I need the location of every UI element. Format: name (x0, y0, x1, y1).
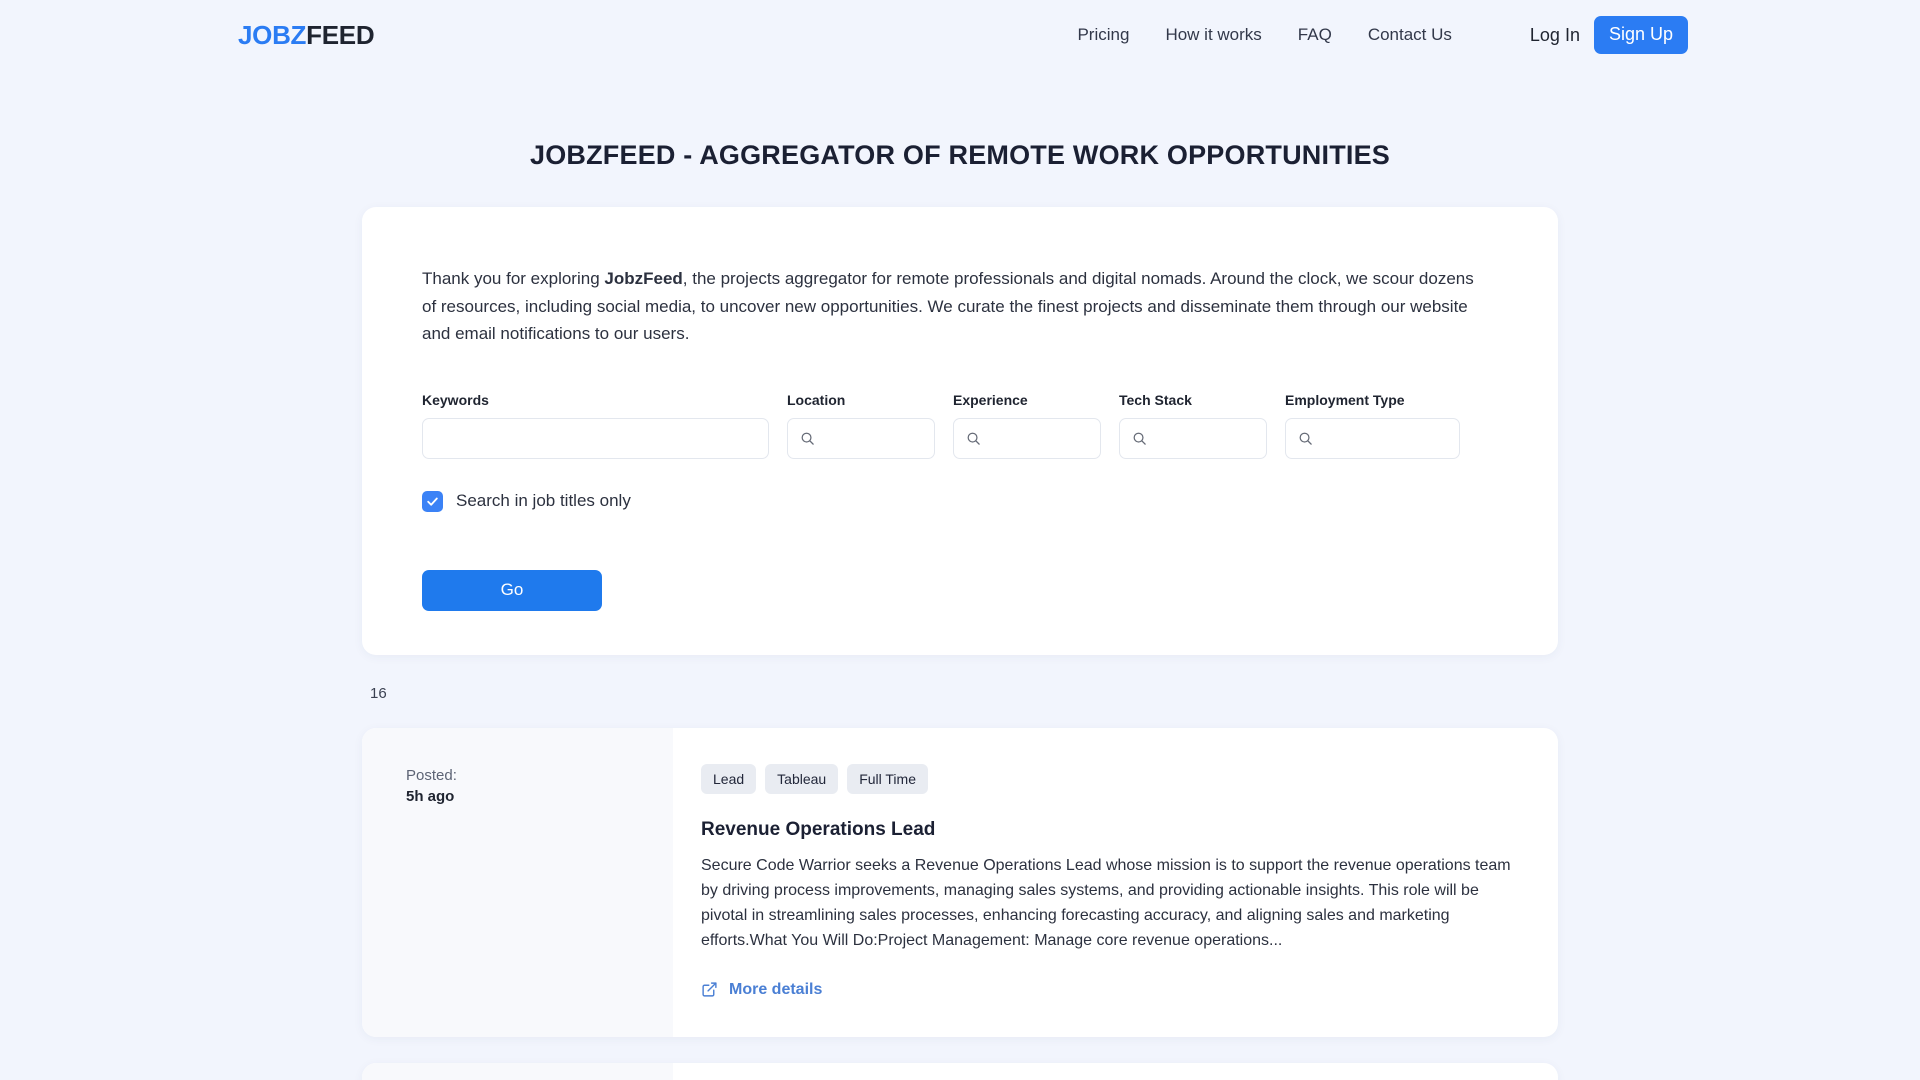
job-description: Secure Code Warrior seeks a Revenue Oper… (701, 856, 1511, 950)
employment-type-input[interactable] (1320, 429, 1447, 447)
job-body: Middle Chai Scala SSIS Unity Web3 Full T… (673, 1063, 1558, 1080)
sign-up-button[interactable]: Sign Up (1593, 16, 1688, 54)
search-icon (801, 432, 814, 445)
field-label-keywords: Keywords (422, 391, 489, 408)
external-link-icon (702, 982, 717, 997)
logo-text-secondary: FEED (306, 19, 375, 50)
job-meta-panel: Posted: 5h ago (362, 727, 673, 1038)
site-header: JOBZFEED Pricing How it works FAQ Contac… (0, 0, 1920, 70)
field-employment-type: Employment Type (1285, 392, 1460, 459)
field-label-experience: Experience (953, 391, 1028, 408)
keywords-input-wrapper[interactable] (422, 417, 769, 459)
search-titles-only-label: Search in job titles only (456, 491, 631, 511)
tech-stack-input[interactable] (1154, 429, 1254, 447)
nav-item-pricing[interactable]: Pricing (1077, 25, 1129, 45)
search-icon (1133, 432, 1146, 445)
job-body: Lead Tableau Full Time Revenue Operation… (673, 728, 1558, 1038)
search-icon (1299, 432, 1312, 445)
experience-input-wrapper[interactable] (953, 417, 1101, 459)
search-panel: Thank you for exploring JobzFeed, the pr… (362, 207, 1558, 655)
field-label-tech-stack: Tech Stack (1119, 391, 1192, 408)
job-tag[interactable]: Tableau (765, 763, 839, 794)
posted-value: 5h ago (406, 787, 455, 805)
field-location: Location (787, 392, 935, 459)
job-title[interactable]: Revenue Operations Lead (701, 819, 1518, 841)
site-logo[interactable]: JOBZFEED (238, 19, 375, 51)
job-tag[interactable]: Full Time (847, 763, 928, 794)
location-input-wrapper[interactable] (787, 417, 935, 459)
field-label-location: Location (787, 391, 846, 408)
logo-text-primary: JOBZ (238, 19, 307, 50)
posted-label: Posted: (406, 766, 457, 784)
job-tag[interactable]: Lead (701, 763, 757, 794)
intro-brand-name: JobzFeed (604, 269, 683, 288)
log-in-link[interactable]: Log In (1530, 25, 1580, 46)
search-icon (967, 432, 980, 445)
intro-text-before: Thank you for exploring (422, 269, 605, 288)
go-button[interactable]: Go (422, 569, 602, 611)
field-tech-stack: Tech Stack (1119, 392, 1267, 459)
location-input[interactable] (822, 429, 922, 447)
nav-item-faq[interactable]: FAQ (1298, 25, 1332, 45)
nav-item-contact-us[interactable]: Contact Us (1368, 25, 1452, 45)
field-label-employment-type: Employment Type (1285, 391, 1405, 408)
tech-stack-input-wrapper[interactable] (1119, 417, 1267, 459)
content-wrap: Thank you for exploring JobzFeed, the pr… (362, 207, 1558, 1080)
intro-paragraph: Thank you for exploring JobzFeed, the pr… (422, 265, 1487, 348)
more-details-link[interactable]: More details (701, 981, 822, 999)
employment-type-input-wrapper[interactable] (1285, 417, 1460, 459)
job-meta-panel: Posted: (362, 1063, 673, 1080)
search-titles-only-row[interactable]: Search in job titles only (422, 490, 631, 512)
job-tags: Lead Tableau Full Time (701, 763, 1518, 794)
search-titles-only-checkbox[interactable] (422, 490, 443, 512)
more-details-label: More details (729, 980, 823, 998)
page-title: JOBZFEED - AGGREGATOR OF REMOTE WORK OPP… (529, 140, 1391, 170)
job-card[interactable]: Posted: Middle Chai Scala SSIS Unity Web… (362, 1063, 1558, 1080)
results-count: 16 (370, 684, 387, 702)
nav-item-how-it-works[interactable]: How it works (1165, 25, 1261, 45)
field-experience: Experience (953, 392, 1101, 459)
main-navigation: Pricing How it works FAQ Contact Us (1077, 25, 1451, 45)
keywords-input[interactable] (435, 429, 756, 447)
job-card[interactable]: Posted: 5h ago Lead Tableau Full Time Re… (362, 727, 1558, 1038)
auth-actions: Log In Sign Up (1530, 16, 1688, 54)
check-icon (427, 497, 438, 506)
experience-input[interactable] (988, 429, 1088, 447)
field-keywords: Keywords (422, 392, 769, 459)
search-fields: Keywords Location Experience Tech Stack … (422, 392, 1498, 459)
